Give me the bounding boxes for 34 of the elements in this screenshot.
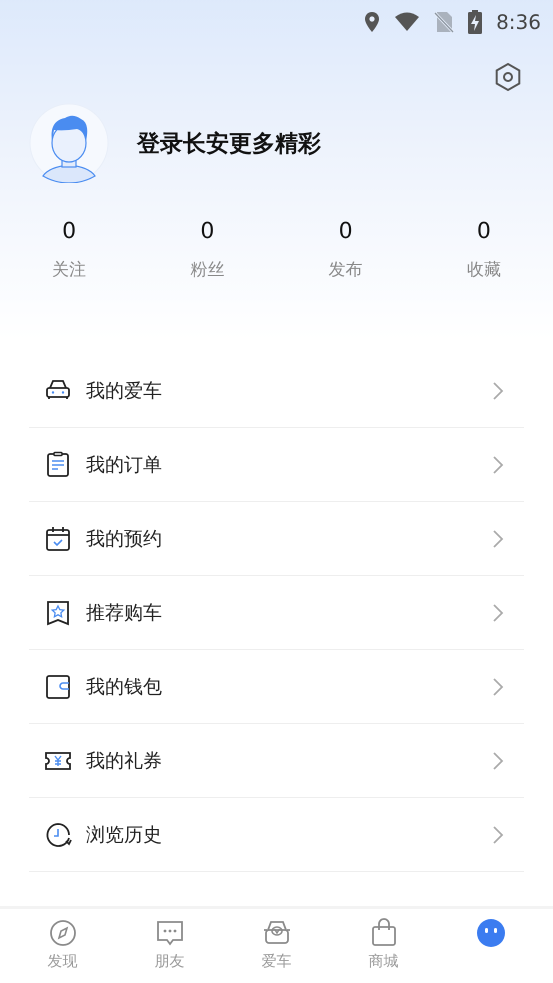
clock-icon [44, 820, 72, 848]
settings-icon[interactable] [493, 62, 523, 92]
menu-item[interactable]: 我的预约 [29, 502, 524, 576]
stat-count[interactable]: 0 [476, 219, 491, 244]
menu-item[interactable]: 浏览历史 [29, 798, 524, 872]
chevron-icon [492, 454, 504, 474]
wallet-icon [44, 672, 72, 700]
smiley-icon [476, 918, 506, 948]
location-icon [364, 11, 380, 33]
clipboard-icon [44, 450, 72, 478]
chevron-icon [492, 380, 504, 400]
menu-item[interactable]: 我的钱包 [29, 650, 524, 724]
calendar-icon [44, 524, 72, 552]
stat-count[interactable]: 0 [200, 219, 214, 244]
chevron-icon [492, 528, 504, 548]
wifi-icon [394, 12, 420, 32]
login-prompt[interactable]: 登录长安更多精彩 [137, 128, 321, 158]
chevron-icon [492, 750, 504, 770]
menu-item[interactable]: 我的礼券 [29, 724, 524, 798]
no-sim-icon [434, 11, 454, 33]
chevron-icon [492, 602, 504, 622]
battery-icon [468, 10, 482, 34]
menu-item[interactable]: 我的爱车 [29, 354, 524, 428]
stat-count[interactable]: 0 [338, 219, 353, 244]
menu-item[interactable]: 推荐购车 [29, 576, 524, 650]
star-tag-icon [44, 598, 72, 626]
avatar-icon[interactable] [29, 103, 109, 183]
compass-icon [48, 918, 78, 948]
chevron-icon [492, 824, 504, 844]
menu-item[interactable]: 我的订单 [29, 428, 524, 502]
stat-count[interactable]: 0 [62, 219, 76, 244]
status-time: 8:36 [496, 10, 541, 34]
chevron-icon [492, 676, 504, 696]
chat-icon [154, 918, 184, 948]
